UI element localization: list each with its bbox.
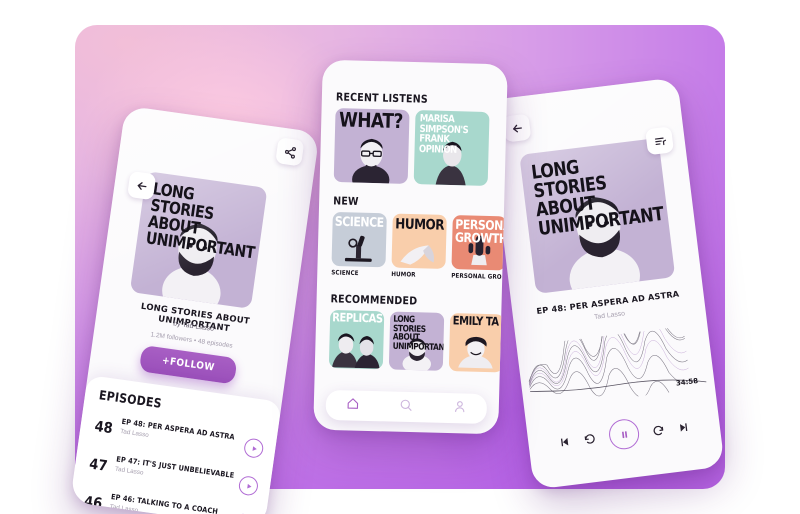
episode-number: 48 bbox=[93, 418, 114, 438]
episodes-sheet: EPISODES 48 EP 48: PER ASPERA AD ASTRA T… bbox=[69, 374, 282, 514]
new-card-2-label: PERSONAL GRO bbox=[451, 273, 502, 282]
new-card-2-title: PERSONAL GROWTH bbox=[454, 216, 507, 247]
back-arrow-icon bbox=[512, 124, 522, 132]
play-icon bbox=[246, 483, 252, 488]
bottom-navigation-bar bbox=[325, 389, 488, 425]
recent-card-0-illustration bbox=[352, 138, 390, 184]
profile-icon bbox=[455, 400, 465, 412]
skip-next-icon bbox=[679, 422, 688, 432]
recent-card-0[interactable]: WHAT? bbox=[333, 107, 410, 184]
recent-card-0-title: WHAT? bbox=[338, 108, 404, 134]
recommended-card-2-illustration bbox=[458, 336, 494, 369]
share-button[interactable] bbox=[275, 137, 305, 167]
episode-number: 47 bbox=[88, 456, 109, 476]
rewind-icon bbox=[584, 433, 595, 444]
share-icon bbox=[284, 146, 296, 159]
new-header: NEW bbox=[333, 195, 359, 209]
new-card-0[interactable]: SCIENCE bbox=[331, 211, 387, 268]
pause-button[interactable] bbox=[607, 417, 641, 451]
recommended-card-0[interactable]: REPLICAS bbox=[328, 309, 385, 370]
audio-waveform[interactable] bbox=[523, 324, 709, 409]
episodes-header: EPISODES bbox=[98, 387, 163, 412]
pause-icon bbox=[621, 430, 627, 438]
nav-item-home[interactable] bbox=[345, 396, 359, 415]
cover-title: LONG STORIES ABOUT UNIMPORTANT bbox=[144, 179, 256, 263]
new-card-2[interactable]: PERSONAL GROWTH bbox=[451, 215, 507, 271]
recommended-header: RECOMMENDED bbox=[330, 293, 418, 309]
new-card-0-title: SCIENCE bbox=[334, 213, 384, 231]
back-arrow-icon bbox=[137, 181, 147, 190]
back-button[interactable] bbox=[126, 170, 157, 201]
search-icon bbox=[401, 399, 413, 411]
new-card-1-label: HUMOR bbox=[391, 271, 416, 279]
recommended-card-1-title: LONG STORIES ABOUT UNIMPORTANT bbox=[392, 313, 445, 353]
banana-illustration bbox=[400, 245, 435, 265]
forward-button[interactable] bbox=[651, 423, 665, 437]
new-card-1[interactable]: HUMOR bbox=[391, 213, 447, 269]
skip-previous-icon bbox=[560, 437, 569, 446]
episode-author: Tad Lasso bbox=[109, 503, 139, 514]
episode-author: Tad Lasso bbox=[119, 427, 150, 439]
player-back-button[interactable] bbox=[502, 113, 532, 143]
recent-card-1-title: MARISA SIMPSON'S FRANK OPINION bbox=[418, 113, 469, 157]
home-icon bbox=[347, 397, 358, 409]
recent-listens-header: RECENT LISTENS bbox=[335, 91, 429, 107]
episode-author: Tad Lasso bbox=[114, 465, 144, 477]
queue-button[interactable] bbox=[645, 126, 675, 156]
episode-number: 46 bbox=[82, 493, 104, 513]
recent-card-1[interactable]: MARISA SIMPSON'S FRANK OPINION bbox=[413, 110, 490, 186]
recommended-card-2-title: EMILY TA bbox=[452, 314, 499, 330]
screenshot-canvas: LONG STORIES ABOUT UNIMPORTANT LONG STOR… bbox=[0, 0, 800, 514]
phone-home: RECENT LISTENS WHAT? MARISA SIMPSON'S FR… bbox=[313, 59, 508, 435]
player-cover-art: LONG STORIES ABOUT UNIMPORTANT bbox=[519, 137, 676, 294]
recommended-card-0-title: REPLICAS bbox=[332, 311, 383, 326]
microscope-icon bbox=[345, 236, 373, 263]
skip-previous-button[interactable] bbox=[557, 434, 571, 448]
player-controls bbox=[526, 401, 722, 468]
play-icon bbox=[252, 445, 257, 451]
player-cover-title: LONG STORIES ABOUT UNIMPORTANT bbox=[529, 155, 665, 240]
rewind-button[interactable] bbox=[583, 431, 597, 445]
nav-item-profile[interactable] bbox=[453, 399, 467, 418]
new-card-1-title: HUMOR bbox=[395, 215, 445, 234]
episode-play-button[interactable] bbox=[237, 475, 260, 497]
episode-play-button[interactable] bbox=[242, 437, 265, 459]
follow-button[interactable]: +FOLLOW bbox=[138, 345, 238, 385]
playlist-icon bbox=[654, 137, 666, 145]
new-card-0-label: SCIENCE bbox=[331, 269, 359, 278]
recommended-card-0-illustration bbox=[331, 333, 380, 369]
skip-next-button[interactable] bbox=[677, 420, 691, 434]
recommended-card-2[interactable]: EMILY TA bbox=[448, 313, 505, 373]
nav-item-search[interactable] bbox=[399, 397, 413, 416]
forward-icon bbox=[653, 425, 664, 435]
recommended-card-1[interactable]: LONG STORIES ABOUT UNIMPORTANT bbox=[388, 311, 445, 371]
